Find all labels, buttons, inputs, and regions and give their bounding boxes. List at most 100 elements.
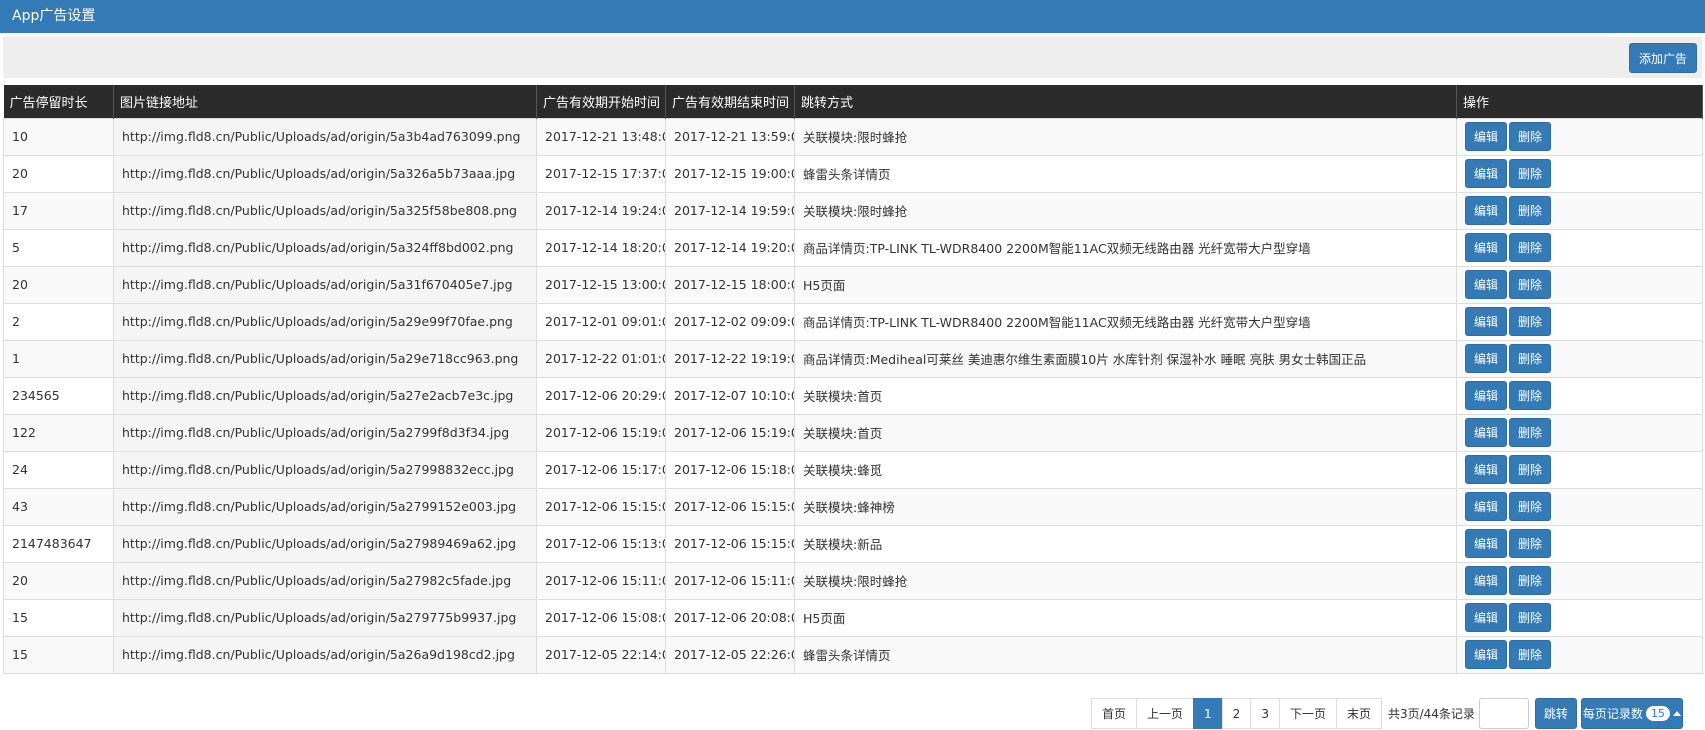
cell-image-url: http://img.fld8.cn/Public/Uploads/ad/ori… xyxy=(113,302,537,341)
cell-jump-type: H5页面 xyxy=(794,598,1457,637)
delete-button[interactable]: 删除 xyxy=(1509,122,1551,151)
per-page-badge: 15 xyxy=(1645,706,1670,721)
cell-duration: 122 xyxy=(3,413,114,452)
first-page-link[interactable]: 首页 xyxy=(1091,698,1138,729)
page-link-2[interactable]: 2 xyxy=(1221,698,1252,729)
cell-start-time: 2017-12-06 15:17:00 xyxy=(536,450,666,489)
cell-jump-type: 关联模块:限时蜂抢 xyxy=(794,191,1457,230)
cell-image-url: http://img.fld8.cn/Public/Uploads/ad/ori… xyxy=(113,191,537,230)
cell-end-time: 2017-12-14 19:59:00 xyxy=(665,191,795,230)
cell-start-time: 2017-12-06 15:11:00 xyxy=(536,561,666,600)
page-title-bar: App广告设置 xyxy=(0,0,1705,33)
jump-button[interactable]: 跳转 xyxy=(1534,698,1577,729)
table-row: 24 http://img.fld8.cn/Public/Uploads/ad/o… xyxy=(3,450,1703,489)
cell-start-time: 2017-12-06 15:08:00 xyxy=(536,598,666,637)
cell-duration: 10 xyxy=(3,117,114,156)
cell-duration: 17 xyxy=(3,191,114,230)
edit-button[interactable]: 编辑 xyxy=(1465,640,1507,669)
edit-button[interactable]: 编辑 xyxy=(1465,344,1507,373)
delete-button[interactable]: 删除 xyxy=(1509,640,1551,669)
delete-button[interactable]: 删除 xyxy=(1509,529,1551,558)
cell-end-time: 2017-12-06 15:11:00 xyxy=(665,561,795,600)
cell-duration: 2147483647 xyxy=(3,524,114,563)
cell-start-time: 2017-12-01 09:01:00 xyxy=(536,302,666,341)
table-row: 17 http://img.fld8.cn/Public/Uploads/ad/o… xyxy=(3,191,1703,230)
cell-actions: 编辑 删除 xyxy=(1456,228,1703,267)
edit-button[interactable]: 编辑 xyxy=(1465,122,1507,151)
cell-actions: 编辑 删除 xyxy=(1456,302,1703,341)
cell-end-time: 2017-12-15 18:00:00 xyxy=(665,265,795,304)
cell-image-url: http://img.fld8.cn/Public/Uploads/ad/ori… xyxy=(113,154,537,193)
ads-table: 广告停留时长 图片链接地址 广告有效期开始时间 广告有效期结束时间 跳转方式 操… xyxy=(3,85,1703,674)
delete-button[interactable]: 删除 xyxy=(1509,418,1551,447)
cell-end-time: 2017-12-06 20:08:00 xyxy=(665,598,795,637)
delete-button[interactable]: 删除 xyxy=(1509,159,1551,188)
cell-duration: 20 xyxy=(3,154,114,193)
cell-end-time: 2017-12-07 10:10:00 xyxy=(665,376,795,415)
delete-button[interactable]: 删除 xyxy=(1509,196,1551,225)
cell-end-time: 2017-12-06 15:15:00 xyxy=(665,524,795,563)
cell-actions: 编辑 删除 xyxy=(1456,117,1703,156)
table-row: 15 http://img.fld8.cn/Public/Uploads/ad/o… xyxy=(3,598,1703,637)
cell-start-time: 2017-12-06 20:29:00 xyxy=(536,376,666,415)
edit-button[interactable]: 编辑 xyxy=(1465,159,1507,188)
edit-button[interactable]: 编辑 xyxy=(1465,233,1507,262)
cell-end-time: 2017-12-06 15:18:00 xyxy=(665,450,795,489)
cell-start-time: 2017-12-14 18:20:00 xyxy=(536,228,666,267)
add-ad-button[interactable]: 添加广告 xyxy=(1629,43,1697,73)
column-header-duration: 广告停留时长 xyxy=(3,85,114,118)
edit-button[interactable]: 编辑 xyxy=(1465,455,1507,484)
delete-button[interactable]: 删除 xyxy=(1509,233,1551,262)
edit-button[interactable]: 编辑 xyxy=(1465,418,1507,447)
cell-duration: 5 xyxy=(3,228,114,267)
page-link-1[interactable]: 1 xyxy=(1193,698,1223,729)
edit-button[interactable]: 编辑 xyxy=(1465,270,1507,299)
cell-jump-type: H5页面 xyxy=(794,265,1457,304)
cell-actions: 编辑 删除 xyxy=(1456,524,1703,563)
page-link-3[interactable]: 3 xyxy=(1250,698,1280,729)
per-page-button[interactable]: 每页记录数 15 xyxy=(1580,698,1683,729)
table-row: 234565 http://img.fld8.cn/Public/Uploads/… xyxy=(3,376,1703,415)
table-row: 15 http://img.fld8.cn/Public/Uploads/ad/o… xyxy=(3,635,1703,674)
table-row: 122 http://img.fld8.cn/Public/Uploads/ad/… xyxy=(3,413,1703,452)
delete-button[interactable]: 删除 xyxy=(1509,344,1551,373)
cell-duration: 20 xyxy=(3,265,114,304)
column-header-end-time: 广告有效期结束时间 xyxy=(665,85,795,118)
cell-actions: 编辑 删除 xyxy=(1456,154,1703,193)
cell-actions: 编辑 删除 xyxy=(1456,635,1703,674)
table-row: 5 http://img.fld8.cn/Public/Uploads/ad/or… xyxy=(3,228,1703,267)
table-row: 2 http://img.fld8.cn/Public/Uploads/ad/or… xyxy=(3,302,1703,341)
cell-start-time: 2017-12-05 22:14:00 xyxy=(536,635,666,674)
edit-button[interactable]: 编辑 xyxy=(1465,307,1507,336)
edit-button[interactable]: 编辑 xyxy=(1465,492,1507,521)
prev-page-link[interactable]: 上一页 xyxy=(1136,698,1195,729)
cell-jump-type: 关联模块:首页 xyxy=(794,413,1457,452)
cell-image-url: http://img.fld8.cn/Public/Uploads/ad/ori… xyxy=(113,635,537,674)
per-page-label: 每页记录数 xyxy=(1582,707,1643,721)
edit-button[interactable]: 编辑 xyxy=(1465,566,1507,595)
cell-duration: 1 xyxy=(3,339,114,378)
cell-image-url: http://img.fld8.cn/Public/Uploads/ad/ori… xyxy=(113,228,537,267)
cell-start-time: 2017-12-14 19:24:00 xyxy=(536,191,666,230)
delete-button[interactable]: 删除 xyxy=(1509,492,1551,521)
delete-button[interactable]: 删除 xyxy=(1509,270,1551,299)
delete-button[interactable]: 删除 xyxy=(1509,603,1551,632)
delete-button[interactable]: 删除 xyxy=(1509,307,1551,336)
edit-button[interactable]: 编辑 xyxy=(1465,529,1507,558)
next-page-link[interactable]: 下一页 xyxy=(1278,698,1337,729)
cell-end-time: 2017-12-02 09:09:00 xyxy=(665,302,795,341)
edit-button[interactable]: 编辑 xyxy=(1465,196,1507,225)
jump-page-input[interactable] xyxy=(1478,698,1529,729)
cell-image-url: http://img.fld8.cn/Public/Uploads/ad/ori… xyxy=(113,524,537,563)
delete-button[interactable]: 删除 xyxy=(1509,455,1551,484)
cell-actions: 编辑 删除 xyxy=(1456,413,1703,452)
cell-actions: 编辑 删除 xyxy=(1456,265,1703,304)
cell-start-time: 2017-12-22 01:01:00 xyxy=(536,339,666,378)
delete-button[interactable]: 删除 xyxy=(1509,566,1551,595)
cell-duration: 2 xyxy=(3,302,114,341)
delete-button[interactable]: 删除 xyxy=(1509,381,1551,410)
edit-button[interactable]: 编辑 xyxy=(1465,603,1507,632)
edit-button[interactable]: 编辑 xyxy=(1465,381,1507,410)
last-page-link[interactable]: 末页 xyxy=(1335,698,1382,729)
column-header-jump-type: 跳转方式 xyxy=(794,85,1457,118)
